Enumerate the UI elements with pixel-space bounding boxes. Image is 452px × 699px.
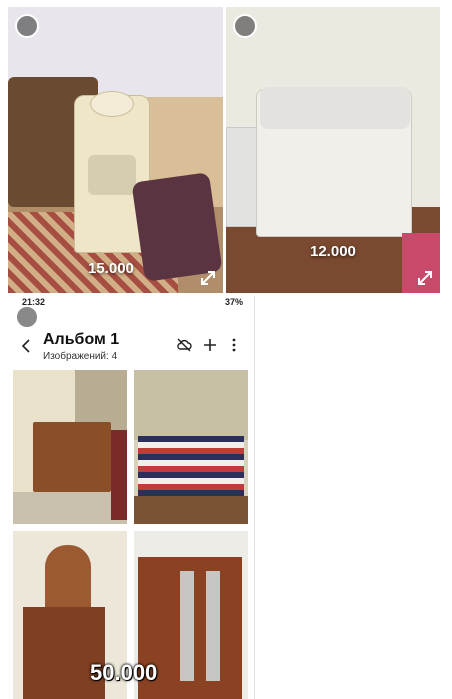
- expand-icon[interactable]: [199, 269, 217, 287]
- add-icon[interactable]: [202, 337, 218, 353]
- nightstand: [33, 422, 111, 492]
- album-thumbnail[interactable]: [13, 370, 127, 524]
- suitcase: [131, 172, 223, 282]
- wallpaper-pattern: [75, 370, 127, 430]
- select-circle[interactable]: [15, 14, 39, 38]
- status-bar: 21:32 37%: [8, 296, 254, 308]
- select-circle[interactable]: [233, 14, 257, 38]
- wallpaper-pattern: [134, 370, 248, 440]
- photo-washing-machine[interactable]: 12.000: [226, 7, 440, 293]
- bed-quilt: [138, 436, 244, 496]
- album-thumbnail[interactable]: [134, 370, 248, 524]
- expand-icon[interactable]: [416, 269, 434, 287]
- vanity-mirror: [45, 545, 91, 609]
- bed-edge: [111, 430, 127, 520]
- price-label: 50.000: [90, 660, 158, 685]
- wardrobe-mirror: [206, 571, 220, 681]
- wardrobe-mirror: [180, 571, 194, 681]
- cloud-off-icon[interactable]: [176, 337, 192, 353]
- bed-frame: [134, 496, 248, 524]
- water-cooler-panel: [88, 155, 136, 195]
- more-vert-icon[interactable]: [226, 337, 242, 353]
- select-circle[interactable]: [15, 305, 39, 329]
- back-arrow-icon[interactable]: [20, 338, 32, 354]
- price-label: 15.000: [88, 260, 134, 277]
- album-count: Изображений: 4: [43, 351, 118, 362]
- photo-water-cooler[interactable]: 15.000: [8, 7, 223, 293]
- album-title: Альбом 1: [43, 331, 120, 348]
- photo-floor: [13, 492, 127, 524]
- washing-machine-lid: [260, 87, 410, 129]
- battery-level: 37%: [224, 297, 243, 307]
- water-cooler-top: [90, 91, 134, 117]
- photo-album-screenshot[interactable]: 21:32 37% Альбом 1 Изображений: 4 50.000: [8, 296, 255, 699]
- listing-collage: 15.000 12.000 21:32 37% Альбом 1 Изображ…: [0, 0, 452, 699]
- price-label: 12.000: [310, 243, 356, 260]
